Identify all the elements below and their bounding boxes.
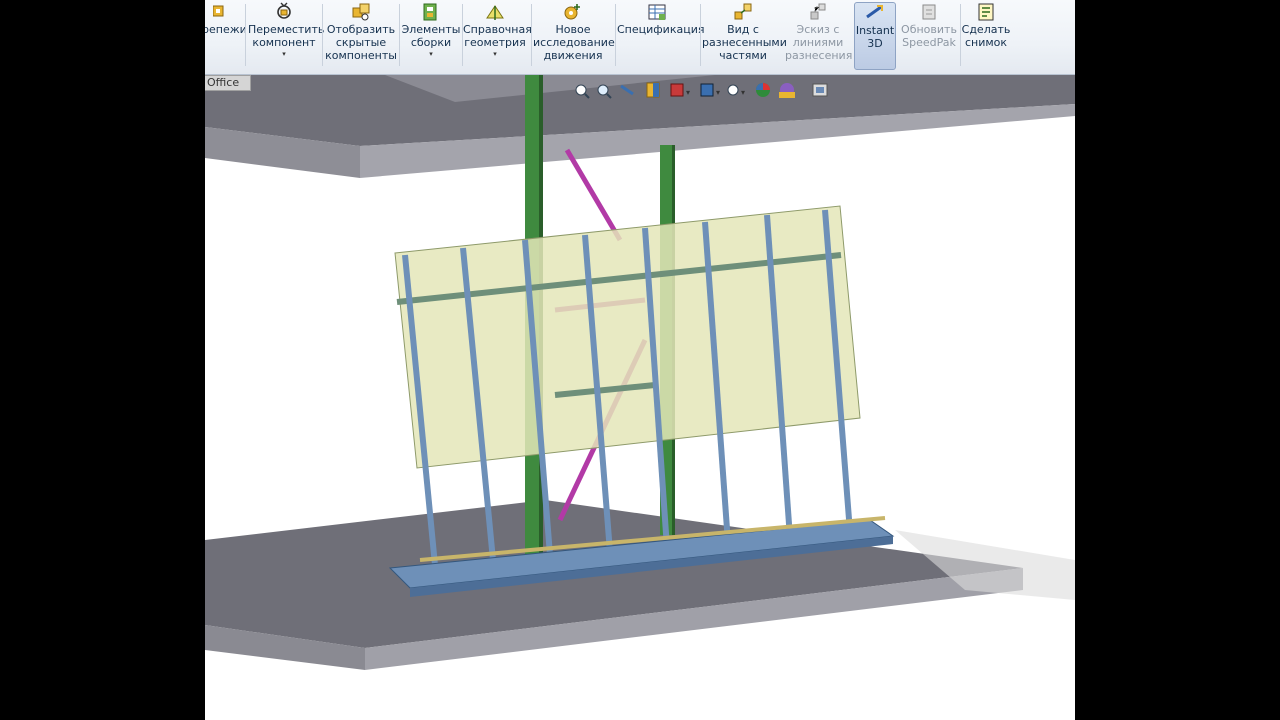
- office-tab[interactable]: Office: [205, 75, 251, 91]
- assembly-features-button[interactable]: Элементы сборки ▾: [401, 2, 461, 70]
- fastener-icon: [213, 5, 224, 17]
- previous-view-icon[interactable]: [620, 84, 634, 96]
- ribbon-separator: [700, 4, 701, 66]
- solidworks-window: репежи Переместить компонент ▾ Отобразит…: [205, 0, 1075, 720]
- dropdown-arrow-icon[interactable]: ▾: [401, 50, 461, 58]
- dropdown-arrow-icon[interactable]: ▾: [248, 50, 320, 58]
- hide-show-icon[interactable]: ▾: [727, 84, 745, 97]
- apply-scene-icon[interactable]: [779, 83, 795, 98]
- snapshot-icon: [978, 3, 994, 21]
- ribbon-separator: [245, 4, 246, 66]
- instant3d-icon: [866, 5, 883, 19]
- assembly-features-icon: [423, 3, 437, 21]
- move-component-button[interactable]: Переместить компонент ▾: [248, 2, 324, 70]
- fasteners-button[interactable]: репежи: [205, 2, 247, 70]
- move-component-icon: [277, 2, 291, 19]
- graphics-viewport[interactable]: [205, 0, 1075, 720]
- edit-appearance-icon[interactable]: [756, 83, 770, 97]
- reference-geometry-icon: [486, 5, 504, 20]
- take-snapshot-button[interactable]: Сделать снимок: [961, 2, 1011, 70]
- ribbon-separator: [399, 4, 400, 66]
- display-style-icon[interactable]: ▾: [700, 83, 720, 97]
- dropdown-arrow-icon[interactable]: ▾: [463, 50, 527, 58]
- section-view-icon[interactable]: [646, 82, 660, 98]
- new-motion-study-button[interactable]: Новое исследование движения: [533, 2, 615, 70]
- view-settings-icon[interactable]: [812, 83, 828, 97]
- reference-geometry-button[interactable]: Справочная геометрия ▾: [463, 2, 532, 70]
- svg-text:▾: ▾: [716, 88, 720, 97]
- bom-button[interactable]: Спецификация: [617, 2, 704, 70]
- explode-line-icon: [810, 3, 826, 20]
- show-hidden-icon: [352, 3, 370, 21]
- heads-up-view-toolbar: ▾ ▾ ▾: [573, 80, 863, 102]
- ribbon-separator: [615, 4, 616, 66]
- instant3d-button[interactable]: Instant 3D: [854, 2, 896, 70]
- update-speedpak-button[interactable]: Обновить SpeedPak: [899, 2, 959, 70]
- show-hidden-components-button[interactable]: Отобразить скрытые компоненты: [325, 2, 397, 70]
- view-orientation-icon[interactable]: ▾: [670, 83, 690, 97]
- exploded-view-icon: [734, 3, 752, 20]
- ribbon-separator: [531, 4, 532, 66]
- speedpak-icon: [922, 4, 936, 20]
- motion-study-icon: [564, 4, 580, 20]
- svg-text:▾: ▾: [686, 88, 690, 97]
- svg-text:▾: ▾: [741, 88, 745, 97]
- command-manager-ribbon: репежи Переместить компонент ▾ Отобразит…: [205, 0, 1075, 75]
- zoom-area-icon[interactable]: [597, 84, 612, 99]
- bom-icon: [648, 4, 666, 20]
- ribbon-separator: [322, 4, 323, 66]
- zoom-to-fit-icon[interactable]: [575, 84, 590, 99]
- exploded-view-button[interactable]: Вид с разнесенными частями: [702, 2, 787, 70]
- explode-line-sketch-button[interactable]: Эскиз с линиями разнесения: [785, 2, 852, 70]
